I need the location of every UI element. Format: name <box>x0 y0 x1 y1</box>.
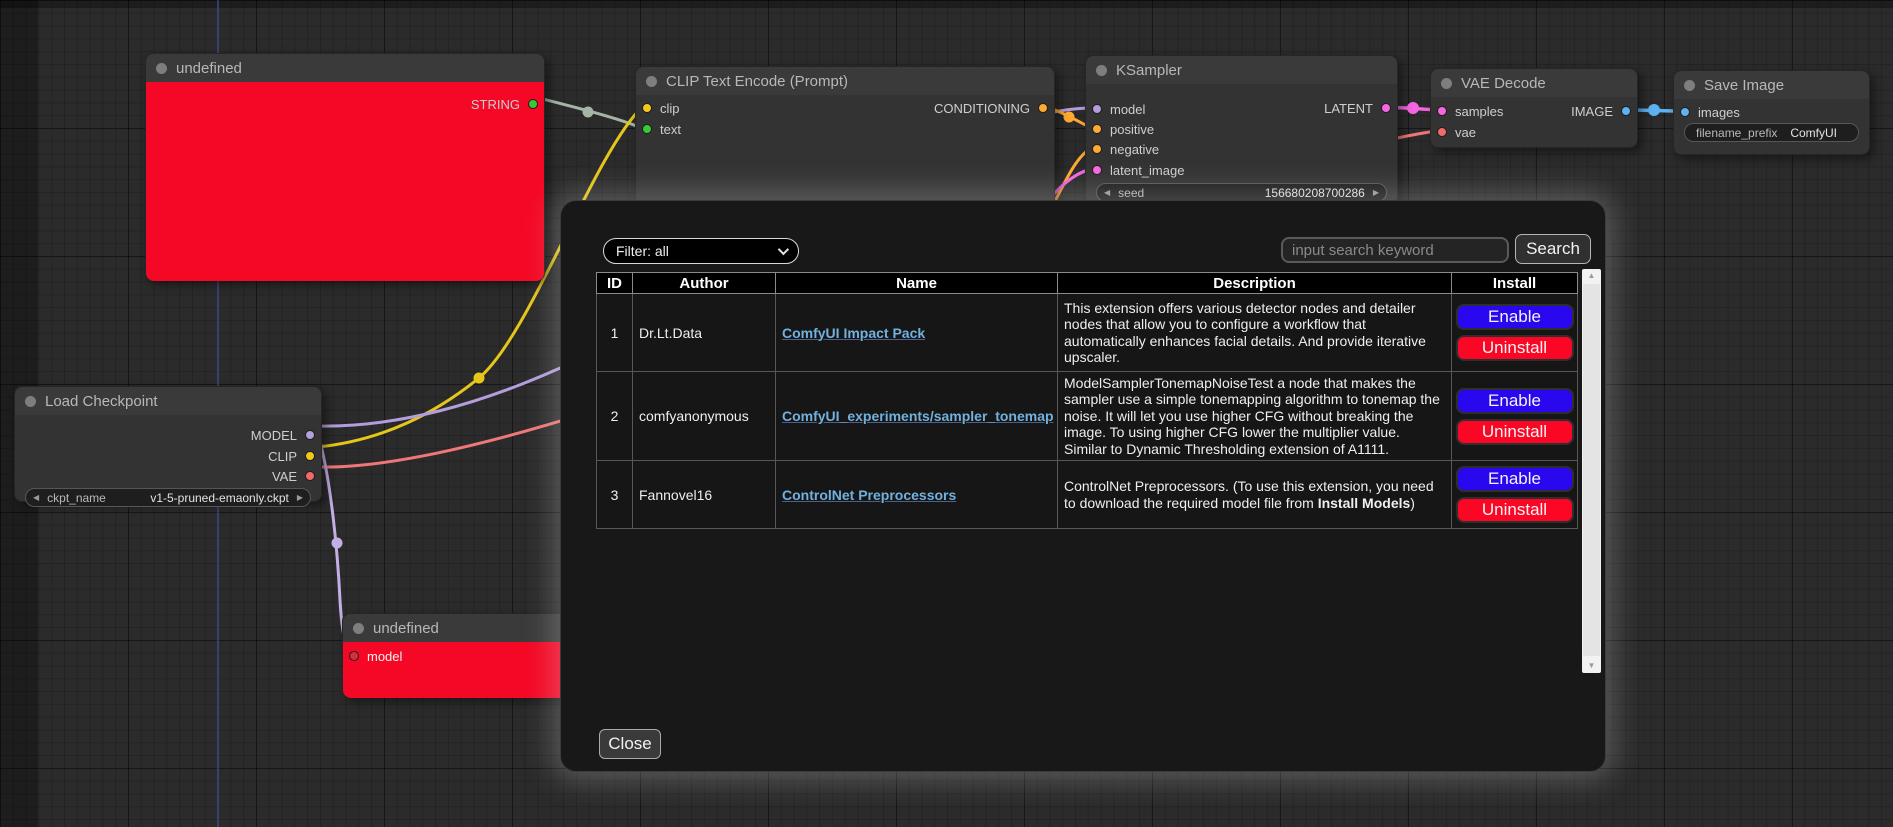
close-button[interactable]: Close <box>599 729 661 759</box>
uninstall-button[interactable]: Uninstall <box>1456 497 1574 523</box>
node-ksampler[interactable]: KSampler model positive negative latent_… <box>1085 55 1398 205</box>
scroll-up-arrow-icon[interactable]: ▲ <box>1582 269 1601 283</box>
port-vae-output[interactable]: VAE <box>272 467 315 485</box>
cell-id: 3 <box>597 461 633 529</box>
port-latent-output[interactable]: LATENT <box>1324 99 1391 117</box>
cell-name: ControlNet Preprocessors <box>776 461 1058 529</box>
table-row: 3 Fannovel16 ControlNet Preprocessors Co… <box>597 461 1578 529</box>
filename-prefix-widget[interactable]: filename_prefix ComfyUI <box>1684 123 1859 142</box>
cell-install: Enable Uninstall <box>1452 294 1578 372</box>
node-status-dot <box>1684 80 1695 91</box>
node-error-body: model <box>343 642 571 698</box>
node-status-dot <box>156 63 167 74</box>
cell-description: This extension offers various detector n… <box>1058 294 1452 372</box>
node-title: undefined <box>373 620 439 637</box>
col-header-name: Name <box>776 273 1058 294</box>
node-status-dot <box>353 623 364 634</box>
next-option-arrow-icon[interactable]: ▶ <box>297 494 303 502</box>
port-samples-input[interactable]: samples <box>1437 102 1503 120</box>
cell-install: Enable Uninstall <box>1452 372 1578 461</box>
enable-button[interactable]: Enable <box>1456 466 1574 492</box>
port-model-output[interactable]: MODEL <box>251 426 315 444</box>
port-latent-image-input[interactable]: latent_image <box>1092 161 1184 179</box>
port-image-output[interactable]: IMAGE <box>1571 102 1631 120</box>
uninstall-button[interactable]: Uninstall <box>1456 335 1574 361</box>
seed-value: 156680208700286 <box>1265 186 1365 200</box>
extension-link[interactable]: ComfyUI Impact Pack <box>782 325 925 341</box>
cell-install: Enable Uninstall <box>1452 461 1578 529</box>
string-port-dot[interactable] <box>528 99 538 109</box>
node-undefined-bottom[interactable]: undefined model <box>342 613 572 698</box>
node-load-checkpoint[interactable]: Load Checkpoint MODEL CLIP VAE ◀ ckpt_na… <box>14 386 322 502</box>
port-string-output[interactable]: STRING <box>471 95 538 113</box>
port-conditioning-output[interactable]: CONDITIONING <box>934 99 1048 117</box>
decrement-arrow-icon[interactable]: ◀ <box>1104 189 1110 197</box>
col-header-description: Description <box>1058 273 1452 294</box>
port-model-input[interactable]: model <box>1092 100 1145 118</box>
port-vae-input[interactable]: vae <box>1437 123 1476 141</box>
node-status-dot <box>25 396 36 407</box>
node-undefined-top[interactable]: undefined STRING <box>145 53 545 281</box>
cell-id: 2 <box>597 372 633 461</box>
port-model-input[interactable]: model <box>349 647 402 665</box>
manager-dialog: Filter: all Search ID Author Name Descri… <box>560 200 1606 772</box>
cell-description: ModelSamplerTonemapNoiseTest a node that… <box>1058 372 1452 461</box>
scrollbar-thumb[interactable] <box>1583 284 1600 656</box>
node-error-body: STRING <box>146 82 544 281</box>
cell-id: 1 <box>597 294 633 372</box>
graph-canvas[interactable]: undefined STRING CLIP Text Encode (Promp… <box>0 0 1893 827</box>
node-status-dot <box>1441 78 1452 89</box>
cell-description: ControlNet Preprocessors. (To use this e… <box>1058 461 1452 529</box>
col-header-id: ID <box>597 273 633 294</box>
port-clip-input[interactable]: clip <box>642 99 680 117</box>
extension-link[interactable]: ComfyUI_experiments/sampler_tonemap <box>782 408 1054 424</box>
scroll-down-arrow-icon[interactable]: ▼ <box>1582 659 1601 673</box>
node-clip-text-encode[interactable]: CLIP Text Encode (Prompt) clip text COND… <box>635 66 1055 211</box>
node-title: VAE Decode <box>1461 75 1546 92</box>
node-status-dot <box>1096 65 1107 76</box>
ckpt-name-widget[interactable]: ◀ ckpt_name v1-5-pruned-emaonly.ckpt ▶ <box>25 488 311 507</box>
table-scrollbar[interactable]: ▲ ▼ <box>1582 269 1601 673</box>
extension-table: ID Author Name Description Install 1 Dr.… <box>596 272 1578 529</box>
node-status-dot <box>646 76 657 87</box>
table-header-row: ID Author Name Description Install <box>597 273 1578 294</box>
table-row: 1 Dr.Lt.Data ComfyUI Impact Pack This ex… <box>597 294 1578 372</box>
increment-arrow-icon[interactable]: ▶ <box>1373 189 1379 197</box>
port-clip-output[interactable]: CLIP <box>268 447 315 465</box>
search-button[interactable]: Search <box>1515 234 1591 264</box>
enable-button[interactable]: Enable <box>1456 388 1574 414</box>
col-header-author: Author <box>633 273 776 294</box>
node-save-image[interactable]: Save Image images filename_prefix ComfyU… <box>1673 70 1870 155</box>
cell-name: ComfyUI_experiments/sampler_tonemap <box>776 372 1058 461</box>
node-title: CLIP Text Encode (Prompt) <box>666 73 848 90</box>
port-text-input[interactable]: text <box>642 120 681 138</box>
prev-option-arrow-icon[interactable]: ◀ <box>33 494 39 502</box>
enable-button[interactable]: Enable <box>1456 304 1574 330</box>
cell-author: comfyanonymous <box>633 372 776 461</box>
cell-name: ComfyUI Impact Pack <box>776 294 1058 372</box>
cell-author: Fannovel16 <box>633 461 776 529</box>
node-title: Save Image <box>1704 77 1784 94</box>
node-vae-decode[interactable]: VAE Decode samples vae IMAGE <box>1430 68 1638 148</box>
filter-dropdown[interactable]: Filter: all <box>603 238 799 264</box>
extension-link[interactable]: ControlNet Preprocessors <box>782 487 956 503</box>
node-title: Load Checkpoint <box>45 393 158 410</box>
table-row: 2 comfyanonymous ComfyUI_experiments/sam… <box>597 372 1578 461</box>
cell-author: Dr.Lt.Data <box>633 294 776 372</box>
port-negative-input[interactable]: negative <box>1092 140 1159 158</box>
node-title: KSampler <box>1116 62 1182 79</box>
port-positive-input[interactable]: positive <box>1092 120 1154 138</box>
uninstall-button[interactable]: Uninstall <box>1456 419 1574 445</box>
chevron-down-icon <box>778 244 789 255</box>
search-input[interactable] <box>1281 237 1509 263</box>
port-images-input[interactable]: images <box>1680 103 1740 121</box>
node-title: undefined <box>176 60 242 77</box>
col-header-install: Install <box>1452 273 1578 294</box>
